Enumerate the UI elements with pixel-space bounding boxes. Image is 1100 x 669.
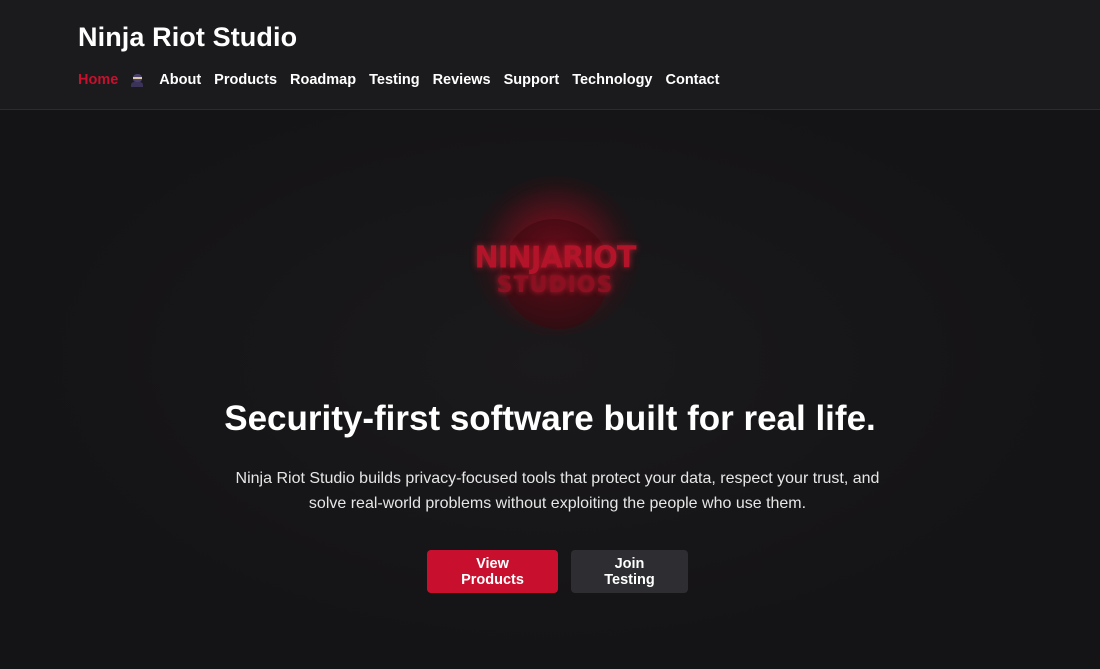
nav-contact[interactable]: Contact (666, 72, 720, 88)
nav-technology[interactable]: Technology (572, 72, 652, 88)
cta-buttons: View Products Join Testing (427, 550, 688, 593)
main-nav: Home About Products Roadmap Testing Revi… (78, 72, 719, 88)
nav-testing[interactable]: Testing (369, 72, 419, 88)
nav-about[interactable]: About (159, 72, 201, 88)
nav-support[interactable]: Support (504, 72, 560, 88)
nav-products[interactable]: Products (214, 72, 277, 88)
site-header: Ninja Riot Studio Home About Products Ro… (0, 0, 1100, 110)
hero-subtext: Ninja Riot Studio builds privacy-focused… (235, 470, 880, 512)
studio-logo: NINJARIOT STUDIOS (410, 161, 700, 351)
nav-reviews[interactable]: Reviews (433, 72, 491, 88)
logo-text-ninjariot: NINJARIOT (474, 239, 636, 275)
nav-roadmap[interactable]: Roadmap (290, 72, 356, 88)
ninja-emoji-icon (130, 73, 144, 87)
brand-title[interactable]: Ninja Riot Studio (78, 22, 297, 53)
join-testing-button[interactable]: Join Testing (571, 550, 688, 593)
logo-text-studios: STUDIOS (496, 273, 614, 298)
hero-section: NINJARIOT STUDIOS Security-first softwar… (0, 111, 1100, 669)
view-products-button[interactable]: View Products (427, 550, 558, 593)
nav-home[interactable]: Home (78, 72, 118, 88)
hero-headline: Security-first software built for real l… (224, 399, 876, 438)
